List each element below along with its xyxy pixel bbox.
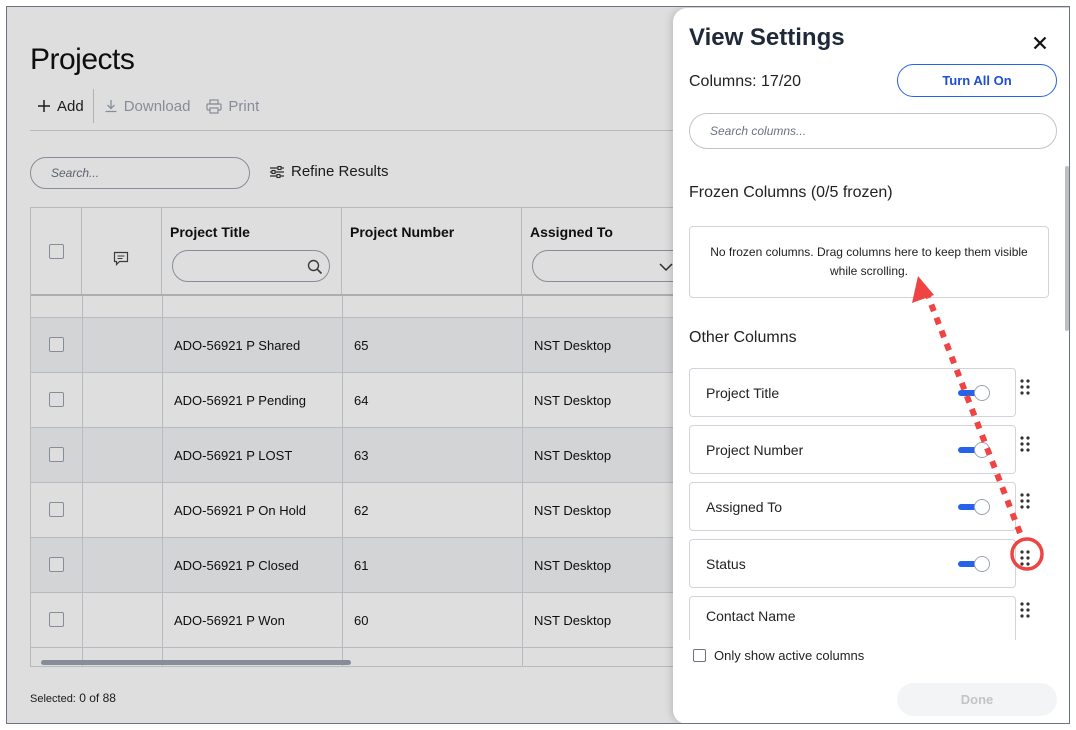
frozen-empty-text: No frozen columns. Drag columns here to …: [710, 245, 1028, 278]
other-columns-heading: Other Columns: [689, 329, 797, 346]
column-toggle[interactable]: [958, 385, 990, 401]
column-item-status[interactable]: Status: [689, 539, 1016, 588]
only-active-checkbox[interactable]: [693, 649, 706, 662]
column-item-label: Project Number: [706, 441, 804, 458]
column-toggle[interactable]: [958, 556, 990, 572]
only-active-label: Only show active columns: [714, 648, 865, 663]
column-item-label: Project Title: [706, 384, 780, 401]
drag-handle-icon[interactable]: [1019, 549, 1037, 571]
view-settings-panel: View Settings Columns: 17/20 Turn All On…: [673, 8, 1069, 723]
column-toggle[interactable]: [958, 442, 990, 458]
column-item-label: Assigned To: [706, 498, 783, 515]
drag-handle-icon[interactable]: [1019, 435, 1037, 457]
column-item-label: Contact Name: [706, 608, 796, 624]
column-item-assigned-to[interactable]: Assigned To: [689, 482, 1016, 531]
column-item-project-number[interactable]: Project Number: [689, 425, 1016, 474]
close-button[interactable]: [1029, 32, 1051, 54]
column-toggle[interactable]: [958, 499, 990, 515]
panel-title: View Settings: [689, 24, 845, 51]
window-frame: Projects Add Download Print Search... Re…: [6, 6, 1070, 724]
search-columns-placeholder: Search columns...: [710, 124, 807, 138]
close-icon: [1033, 36, 1047, 50]
drag-handle-icon[interactable]: [1019, 492, 1037, 514]
search-columns-input[interactable]: Search columns...: [689, 113, 1057, 149]
column-item-project-title[interactable]: Project Title: [689, 368, 1016, 417]
done-button[interactable]: Done: [897, 683, 1057, 716]
drag-handle-icon[interactable]: [1019, 378, 1037, 400]
only-active-columns-option[interactable]: Only show active columns: [693, 648, 864, 663]
frozen-columns-dropzone[interactable]: No frozen columns. Drag columns here to …: [689, 226, 1049, 298]
columns-count: Columns: 17/20: [689, 73, 802, 90]
panel-scrollbar[interactable]: [1065, 166, 1069, 331]
turn-all-on-button[interactable]: Turn All On: [897, 64, 1057, 97]
frozen-columns-heading: Frozen Columns (0/5 frozen): [689, 184, 893, 201]
column-item-contact-name[interactable]: Contact Name: [689, 596, 1016, 640]
column-item-label: Status: [706, 555, 746, 572]
drag-handle-icon[interactable]: [1019, 601, 1037, 623]
